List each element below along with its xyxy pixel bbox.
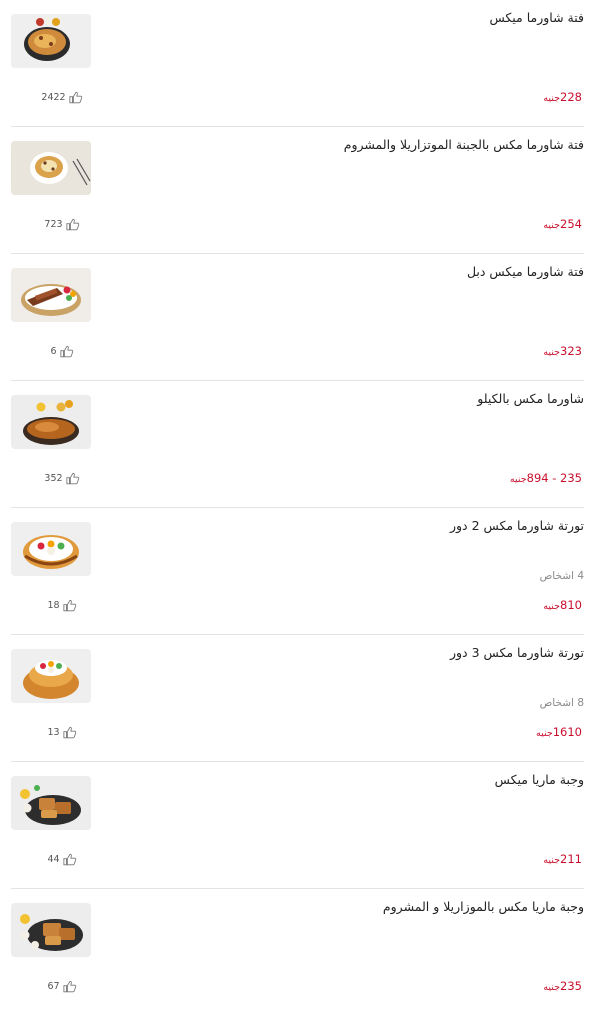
dish-image[interactable]: [11, 776, 91, 830]
dish-image[interactable]: [11, 522, 91, 576]
like-button[interactable]: 67: [33, 980, 91, 993]
item-name: وجبة ماريا مكس بالموزاريلا و المشروم: [382, 899, 584, 914]
dish-image[interactable]: [11, 268, 91, 322]
thumbs-up-icon: [66, 472, 79, 485]
like-count: 18: [47, 600, 60, 611]
like-count: 44: [47, 854, 60, 865]
item-price: 254جنيه: [543, 217, 582, 231]
thumbs-up-icon: [62, 599, 76, 612]
item-name: فتة شاورما مكس بالجبنة الموتزاريلا والمش…: [343, 137, 584, 152]
like-button[interactable]: 2422: [33, 91, 91, 104]
item-price: 235جنيه: [543, 979, 582, 993]
thumbs-up-icon: [59, 345, 73, 358]
like-count: 2422: [41, 92, 66, 103]
like-button[interactable]: 13: [33, 726, 91, 739]
list-item[interactable]: تورتة شاورما مكس 2 دور 4 اشخاص 810جنيه 1…: [11, 508, 584, 635]
item-price: 810جنيه: [543, 598, 582, 612]
like-button[interactable]: 18: [33, 599, 91, 612]
item-name: وجبة ماريا ميكس: [494, 772, 584, 787]
list-item[interactable]: وجبة ماريا مكس بالموزاريلا و المشروم 235…: [11, 889, 584, 1015]
item-name: فتة شاورما ميكس: [489, 10, 584, 25]
item-serves: 4 اشخاص: [539, 570, 584, 582]
item-price: 211جنيه: [543, 852, 582, 866]
item-price: 323جنيه: [543, 344, 582, 358]
like-count: 352: [44, 473, 63, 484]
thumbs-up-icon: [69, 91, 82, 104]
list-item[interactable]: فتة شاورما ميكس 228جنيه 2422: [11, 0, 584, 127]
list-item[interactable]: فتة شاورما ميكس دبل 323جنيه 6: [11, 254, 584, 381]
list-item[interactable]: شاورما مكس بالكيلو 235 - 894جنيه 352: [11, 381, 584, 508]
like-count: 6: [50, 346, 57, 357]
menu-list: فتة شاورما ميكس 228جنيه 2422 فتة شاورما …: [0, 0, 596, 1015]
thumbs-up-icon: [66, 218, 79, 231]
dish-image[interactable]: [11, 649, 91, 703]
like-button[interactable]: 723: [33, 218, 91, 231]
item-price: 1610جنيه: [536, 725, 582, 739]
item-name: شاورما مكس بالكيلو: [477, 391, 584, 406]
item-price: 228جنيه: [543, 90, 582, 104]
like-button[interactable]: 352: [33, 472, 91, 485]
like-button[interactable]: 44: [33, 853, 91, 866]
item-name: تورتة شاورما مكس 2 دور: [449, 518, 584, 533]
thumbs-up-icon: [62, 980, 76, 993]
dish-image[interactable]: [11, 395, 91, 449]
item-serves: 8 اشخاص: [539, 697, 584, 709]
dish-image[interactable]: [11, 903, 91, 957]
dish-image[interactable]: [11, 14, 91, 68]
like-count: 723: [44, 219, 63, 230]
thumbs-up-icon: [62, 853, 76, 866]
like-count: 67: [47, 981, 60, 992]
dish-image[interactable]: [11, 141, 91, 195]
list-item[interactable]: وجبة ماريا ميكس 211جنيه 44: [11, 762, 584, 889]
list-item[interactable]: فتة شاورما مكس بالجبنة الموتزاريلا والمش…: [11, 127, 584, 254]
like-button[interactable]: 6: [33, 345, 91, 358]
item-price: 235 - 894جنيه: [509, 471, 582, 485]
thumbs-up-icon: [62, 726, 76, 739]
item-name: تورتة شاورما مكس 3 دور: [449, 645, 584, 660]
item-name: فتة شاورما ميكس دبل: [466, 264, 584, 279]
like-count: 13: [47, 727, 60, 738]
list-item[interactable]: تورتة شاورما مكس 3 دور 8 اشخاص 1610جنيه …: [11, 635, 584, 762]
